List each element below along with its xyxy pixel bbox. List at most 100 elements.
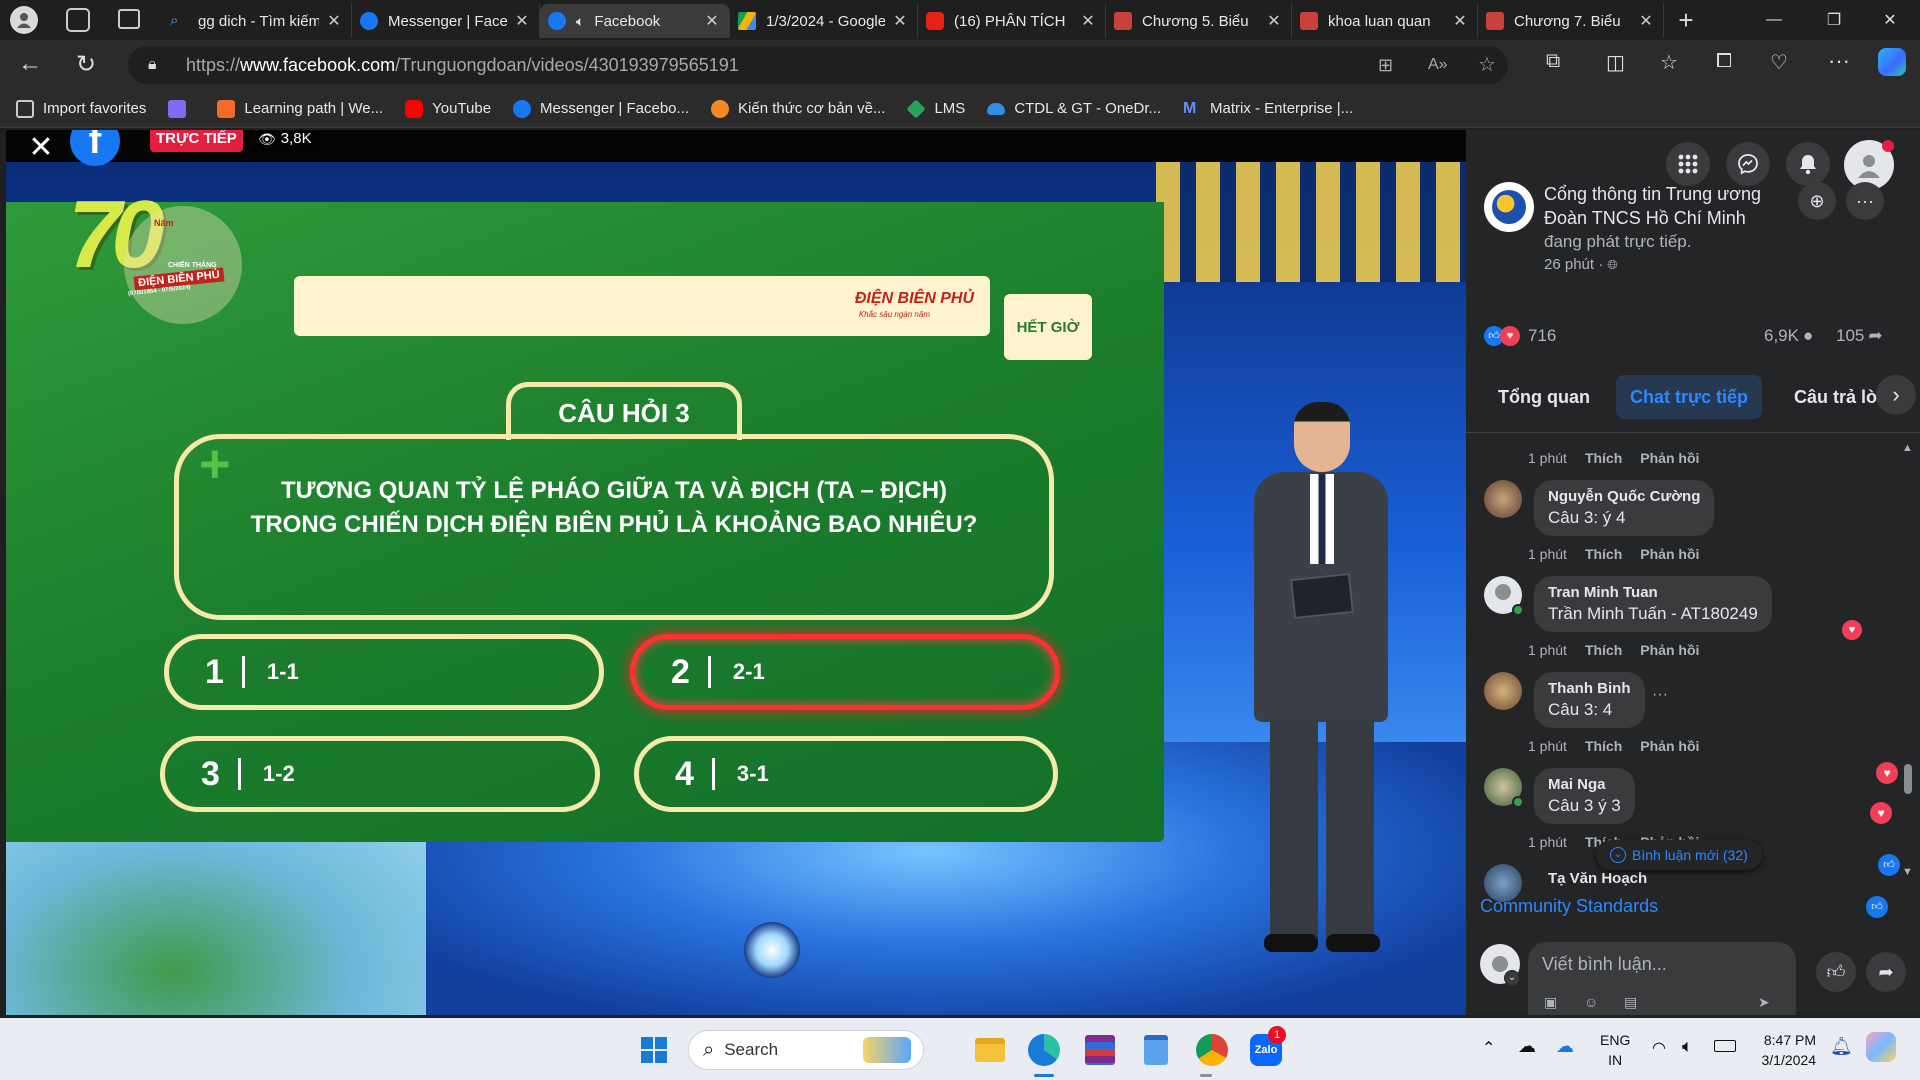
copilot-icon[interactable] [1878,48,1906,76]
tab-pdf-chuong7[interactable]: Chương 7. Biểu ✕ [1478,4,1664,38]
video-player[interactable]: 70 Năm CHIẾN THẮNG ĐIỆN BIÊN PHỦ (07/5/1… [6,130,1466,1015]
speaker-icon[interactable]: 🔈︎ [576,13,584,30]
collections-icon[interactable]: ⧠ [1716,50,1732,73]
favorite-youtube[interactable]: YouTube [405,99,491,118]
scrollbar-thumb[interactable] [1904,764,1912,794]
favorite-learning-path[interactable]: Learning path | We... [217,99,383,118]
tab-pdf-chuong5[interactable]: Chương 5. Biểu ✕ [1106,4,1292,38]
share-button[interactable]: ➦ [1866,952,1906,992]
messenger-button[interactable] [1726,142,1770,186]
tab-youtube[interactable]: (16) PHÂN TÍCH ✕ [918,4,1106,38]
community-standards-link[interactable]: Community Standards [1480,896,1658,917]
read-aloud-icon[interactable]: A» [1428,46,1448,84]
back-button[interactable]: ← [18,50,48,80]
gif-icon[interactable]: ▤ [1624,994,1637,1011]
vertical-tabs-icon[interactable] [118,9,140,29]
restore-button[interactable]: ❐ [1806,0,1862,40]
tab-drive[interactable]: 1/3/2024 - Google Drive✕ [730,4,918,38]
show-hidden-icons-icon[interactable]: ⌃ [1482,1038,1495,1058]
scroll-up-arrow[interactable]: ▲ [1902,442,1913,454]
app-available-icon[interactable]: ⊞ [1378,46,1393,84]
new-tab-button[interactable]: + [1664,0,1708,40]
favorite-kien-thuc[interactable]: Kiến thức cơ bản về... [711,99,885,118]
new-comments-pill[interactable]: ⌄ Bình luận mới (32) [1596,840,1762,870]
lock-icon[interactable]: 🔒︎ [148,46,157,84]
chrome-icon[interactable] [1190,1028,1234,1072]
taskbar-search[interactable]: ⌕ Search [688,1030,924,1070]
favorite-star-icon[interactable]: ☆ [1478,46,1496,84]
favorite-onedrive[interactable]: CTDL & GT - OneDr... [987,100,1161,117]
search-highlight-icon [863,1037,911,1063]
taskbar-active-indicator [1034,1074,1054,1077]
close-tab-icon[interactable]: ✕ [1451,11,1469,31]
close-window-button[interactable]: ✕ [1862,0,1918,40]
file-explorer-icon[interactable] [968,1028,1012,1072]
tab-facebook[interactable]: 🔈︎ Facebook ✕ [540,4,730,38]
start-button[interactable] [632,1028,676,1072]
extensions-icon[interactable]: ⧉ [1546,50,1560,73]
shares-count[interactable]: 105 ➦ [1836,326,1883,346]
page-name[interactable]: Cổng thông tin Trung ương Đoàn TNCS Hồ C… [1544,182,1794,230]
workspaces-icon[interactable] [66,8,90,32]
commenter-avatar[interactable] [1484,672,1522,710]
comments-count[interactable]: 6,9K ● [1764,326,1813,346]
favorite-import[interactable]: Import favorites [16,99,146,118]
close-tab-icon[interactable]: ✕ [1637,11,1655,31]
sticker-icon[interactable]: ▣ [1544,994,1557,1011]
close-tab-icon[interactable]: ✕ [325,11,343,31]
close-tab-icon[interactable]: ✕ [1079,11,1097,31]
page-avatar[interactable] [1484,182,1534,232]
send-icon[interactable]: ➤ [1758,994,1770,1011]
edge-browser-icon[interactable] [1022,1028,1066,1072]
tab-messenger[interactable]: Messenger | Facebook✕ [352,4,540,38]
scroll-down-arrow[interactable]: ▼ [1902,866,1913,878]
tab-search[interactable]: ⌕ gg dich - Tìm kiếm ✕ [162,4,352,38]
favorite-matrix[interactable]: M Matrix - Enterprise |... [1183,100,1353,118]
profile-avatar[interactable] [10,6,38,34]
close-tab-icon[interactable]: ✕ [891,11,909,31]
facebook-logo-icon[interactable]: f [70,130,120,166]
clock[interactable]: 8:47 PM 3/1/2024 [1752,1030,1817,1070]
close-tab-icon[interactable]: ✕ [513,11,531,31]
more-options-button[interactable]: ··· [1846,182,1884,220]
facebook-icon [360,12,378,30]
stage-spotlight [744,922,800,978]
more-menu-icon[interactable]: ··· [1828,48,1850,74]
onedrive-blue-icon[interactable]: ☁︎ [1556,1036,1574,1057]
winrar-icon[interactable] [1078,1028,1122,1072]
notification-bell-icon[interactable]: 🔔︎ [1830,1036,1853,1057]
composer-avatar-chevron-icon[interactable]: ⌄ [1504,970,1520,986]
emoji-icon[interactable]: ☺ [1584,994,1598,1010]
favorite-messenger[interactable]: Messenger | Facebo... [513,99,689,118]
favorite-lms[interactable]: LMS [906,98,965,119]
menu-grid-button[interactable] [1666,142,1710,186]
like-button[interactable]: 👍︎ [1816,952,1856,992]
split-screen-icon[interactable]: ◫ [1606,50,1625,75]
minimize-button[interactable]: — [1746,0,1802,40]
volume-icon[interactable]: 🔈︎ [1682,1036,1693,1057]
close-tab-icon[interactable]: ✕ [703,11,721,31]
onedrive-icon[interactable]: ☁︎ [1518,1036,1536,1057]
notifications-button[interactable] [1786,142,1830,186]
commenter-avatar[interactable] [1484,480,1522,518]
comment-input[interactable]: Viết bình luận... ▣ ☺ ▤ ➤ [1528,942,1796,1015]
tab-pdf-khoaluan[interactable]: khoa luan quan ✕ [1292,4,1478,38]
reactions-summary[interactable]: 👍︎ ♥ 716 [1484,326,1556,346]
wifi-icon[interactable]: ◠ [1652,1038,1666,1058]
battery-icon[interactable] [1714,1040,1736,1052]
favorites-icon[interactable]: ☆ [1660,50,1678,75]
close-video-button[interactable]: ✕ [22,130,60,166]
tabs-scroll-right-button[interactable]: › [1876,375,1916,415]
refresh-button[interactable]: ↻ [76,50,106,80]
tab-live-chat[interactable]: Chat trực tiếp [1616,375,1763,419]
notepad-icon[interactable] [1134,1028,1178,1072]
favorite-grid[interactable] [168,99,195,118]
browser-essentials-icon[interactable]: ♡ [1770,50,1788,75]
tab-overview[interactable]: Tổng quan [1484,375,1604,419]
close-tab-icon[interactable]: ✕ [1265,11,1283,31]
language-indicator[interactable]: ENG IN [1600,1030,1630,1070]
save-post-button[interactable]: ⊕ [1798,182,1836,220]
address-bar[interactable]: 🔒︎ https://www.facebook.com/Trunguongdoa… [128,46,1508,84]
comment-options-icon[interactable]: ··· [1652,686,1668,704]
copilot-taskbar-icon[interactable] [1866,1032,1896,1062]
